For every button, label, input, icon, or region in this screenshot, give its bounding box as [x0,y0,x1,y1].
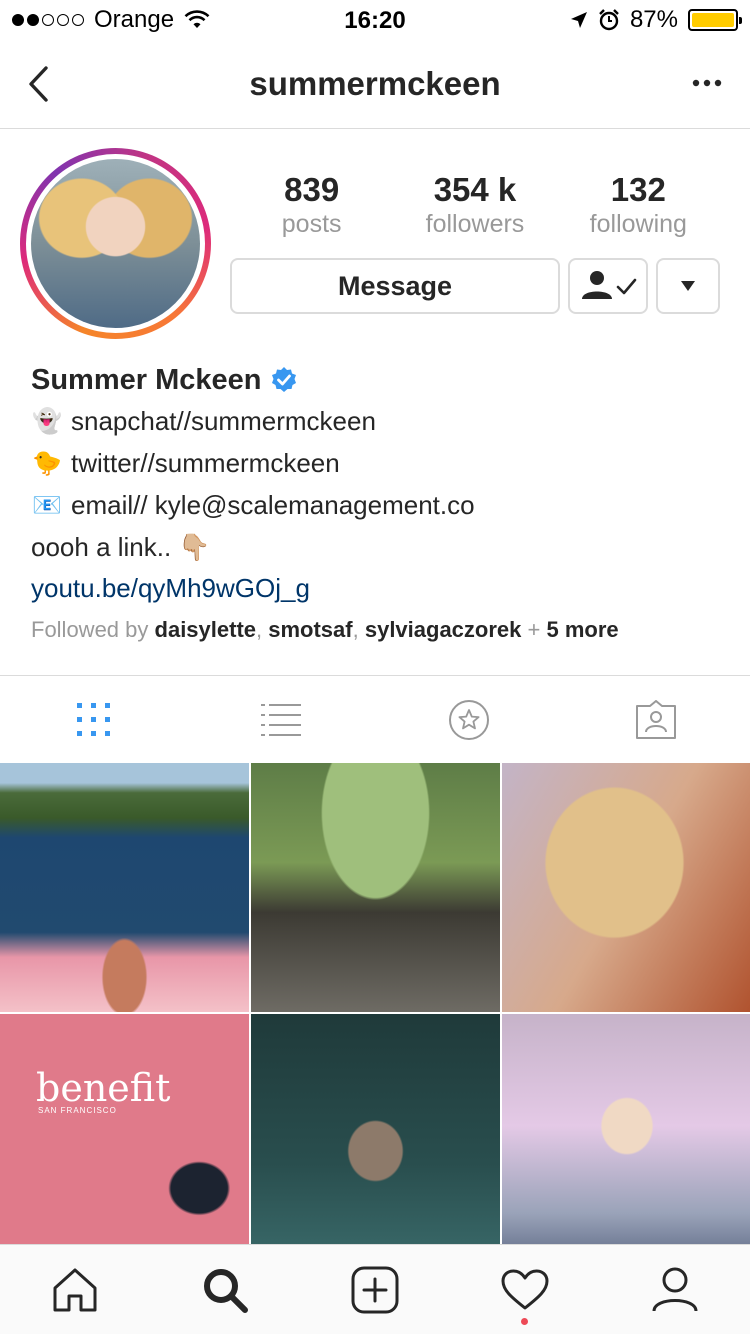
profile-website-link[interactable]: youtu.be/qyMh9wGOj_g [31,568,731,608]
chick-emoji-icon: 🐤 [32,449,62,477]
mutual-separator: , [256,617,269,642]
posts-count: 839 [284,171,340,208]
benefit-wall-logo: benefit SAN FRANCISCO [36,1066,170,1115]
tabbar-profile[interactable] [600,1245,750,1334]
notification-dot [521,1318,528,1325]
profile-full-name: Summer Mckeen [31,360,731,400]
verified-badge-icon [271,367,296,392]
full-name-text: Summer Mckeen [31,363,262,396]
tabbar-search[interactable] [150,1245,300,1334]
story-ring[interactable] [20,148,211,339]
grid-photo[interactable] [502,1014,750,1263]
navigation-bar: summermckeen [0,40,750,129]
person-check-icon [582,271,637,299]
more-options-icon[interactable] [690,68,724,98]
followers-label: followers [425,210,525,238]
bottom-tab-bar [0,1244,750,1334]
photo-grid: benefit SAN FRANCISCO [0,763,750,1263]
bio-email: 📧 email// kyle@scalemanagement.co [31,484,731,526]
grid-photo[interactable] [0,763,249,1012]
bio-snapchat: 👻 snapchat//summermckeen [31,400,731,442]
following-label: following [589,210,687,238]
more-mutual-followers[interactable]: 5 more [546,617,618,642]
grid-photo[interactable] [251,1014,500,1263]
add-post-icon [351,1266,399,1313]
followed-by-prefix: Followed by [31,617,155,642]
stat-followers[interactable]: 354 k followers [393,172,556,240]
profile-username-title: summermckeen [249,65,501,102]
battery-percentage: 87% [629,6,678,33]
following-status-button[interactable] [568,258,648,314]
caret-down-icon [681,281,695,291]
home-icon [53,1268,97,1311]
status-bar: Orange 16:20 87% [0,0,750,40]
suggested-dropdown-button[interactable] [656,258,720,314]
profile-bio: Summer Mckeen 👻 snapchat//summermckeen 🐤… [31,360,731,652]
profile-icon [652,1267,698,1311]
followers-count: 354 k [433,171,517,208]
search-icon [204,1268,248,1313]
envelope-emoji-icon: 📧 [32,491,62,519]
followed-by-line[interactable]: Followed by daisylette, smotsaf, sylviag… [31,608,731,652]
mutual-separator: , [352,617,365,642]
grid-view-icon [76,702,110,736]
avatar [31,159,200,328]
tab-list[interactable] [188,676,376,763]
tabbar-new-post[interactable] [300,1245,450,1334]
alarm-clock-icon [599,9,619,31]
tab-saved[interactable] [375,676,563,763]
tab-tagged[interactable] [563,676,750,763]
mutual-separator: + [521,617,547,642]
bio-link-intro: oooh a link.. 👇🏼 [31,526,731,568]
bio-email-text: email// kyle@scalemanagement.co [71,490,475,520]
bio-snapchat-text: snapchat//summermckeen [71,406,376,436]
ghost-emoji-icon: 👻 [32,407,62,435]
list-view-icon [261,703,302,736]
stat-posts[interactable]: 839 posts [230,172,393,240]
grid-photo[interactable] [502,763,750,1012]
bio-link-intro-text: oooh a link.. 👇🏼 [31,532,211,562]
mutual-follower-name[interactable]: sylviagaczorek [365,617,522,642]
stat-following[interactable]: 132 following [557,172,720,240]
posts-label: posts [281,210,342,238]
message-button[interactable]: Message [230,258,560,314]
following-count: 132 [610,171,666,208]
saved-star-icon [448,699,489,740]
tab-grid[interactable] [0,676,188,763]
grid-photo[interactable]: benefit SAN FRANCISCO [0,1014,249,1263]
bio-twitter: 🐤 twitter//summermckeen [31,442,731,484]
battery-icon [688,9,742,31]
profile-stats: 839 posts 354 k followers 132 following [230,172,720,240]
status-right: 87% [570,6,742,34]
bio-twitter-text: twitter//summermckeen [71,448,340,478]
activity-heart-icon [501,1269,549,1309]
mutual-follower-name[interactable]: smotsaf [268,617,352,642]
tabbar-activity[interactable] [450,1245,600,1334]
location-arrow-icon [570,12,587,28]
benefit-logo-text: benefit [36,1066,171,1110]
grid-photo[interactable] [251,763,500,1012]
tagged-photos-icon [636,699,677,739]
profile-content-tabs [0,675,750,763]
mutual-follower-name[interactable]: daisylette [155,617,257,642]
tabbar-home[interactable] [0,1245,150,1334]
